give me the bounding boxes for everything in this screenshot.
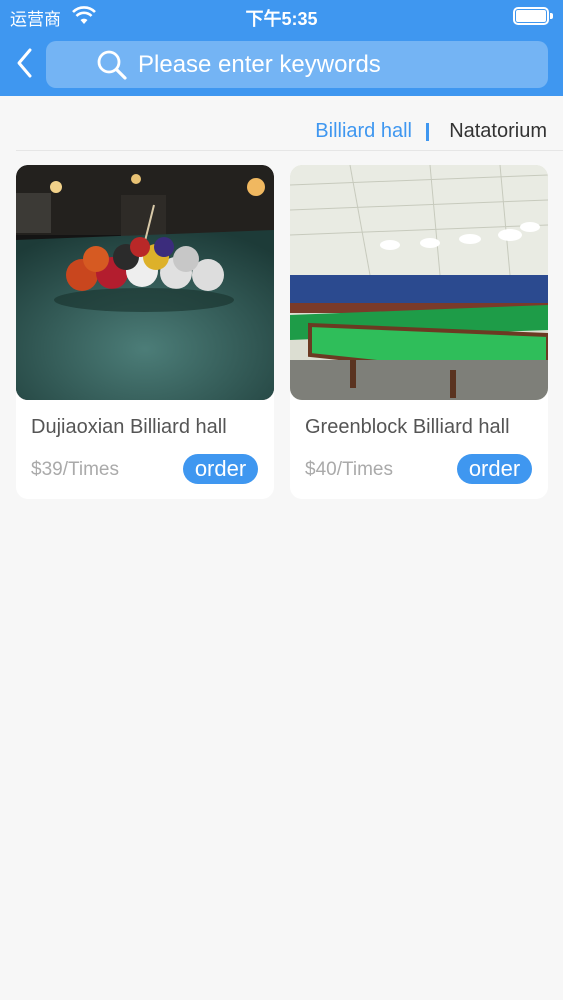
order-button[interactable]: order: [457, 454, 532, 484]
venue-card[interactable]: Greenblock Billiard hall $40/Times order: [290, 165, 548, 499]
category-tabs: Billiard hall Natatorium: [16, 113, 563, 151]
search-bar[interactable]: [46, 41, 548, 88]
back-button[interactable]: [12, 46, 42, 82]
chevron-left-icon: [17, 48, 32, 78]
venue-name: Dujiaoxian Billiard hall: [31, 416, 227, 438]
app-header: 运营商 下午5:35: [0, 0, 563, 96]
venue-name: Greenblock Billiard hall: [305, 416, 510, 438]
venue-photo: [290, 165, 548, 400]
venue-photo: [16, 165, 274, 400]
clock-time: 下午5:35: [245, 9, 318, 29]
venue-card[interactable]: Dujiaoxian Billiard hall $39/Times order: [16, 165, 274, 499]
tab-natatorium[interactable]: Natatorium: [449, 120, 547, 143]
status-bar: 运营商 下午5:35: [0, 0, 563, 32]
tab-divider: [426, 123, 429, 141]
search-icon: [96, 49, 128, 81]
venue-price: $40/Times: [305, 459, 393, 480]
search-input[interactable]: [138, 41, 538, 88]
venue-price: $39/Times: [31, 459, 119, 480]
order-button[interactable]: order: [183, 454, 258, 484]
tab-billiard-hall[interactable]: Billiard hall: [315, 120, 412, 143]
battery-icon: [513, 7, 553, 25]
